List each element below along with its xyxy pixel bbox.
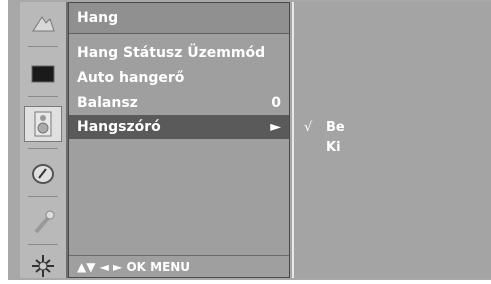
clock-icon[interactable]	[24, 156, 62, 192]
option-off[interactable]: Ki	[304, 140, 341, 155]
category-icon-bar	[20, 2, 68, 278]
speaker-submenu: √ Be Ki	[292, 2, 491, 278]
menu-item-auto-volume[interactable]: Auto hangerő	[69, 66, 289, 90]
speaker-icon[interactable]	[24, 106, 62, 142]
menu-item-balance[interactable]: Balansz 0	[69, 91, 289, 115]
menu-item-label: Hang Státusz Üzemmód	[77, 45, 266, 61]
option-label: Ki	[326, 140, 341, 155]
input-icon[interactable]	[24, 248, 62, 284]
option-on[interactable]: √ Be	[304, 120, 345, 135]
tv-screen-icon[interactable]	[24, 56, 62, 92]
menu-item-sound-mode[interactable]: Hang Státusz Üzemmód	[69, 41, 289, 65]
menu-item-label: Balansz	[77, 95, 138, 111]
option-label: Be	[326, 120, 345, 135]
sound-menu-panel: Hang Hang Státusz Üzemmód Auto hangerő B…	[68, 2, 290, 278]
menu-item-label: Hangszóró	[77, 119, 161, 135]
checkmark-icon: √	[304, 120, 313, 135]
menu-item-label: Auto hangerő	[77, 70, 185, 86]
submenu-arrow-icon: ►	[270, 119, 281, 135]
menu-item-speaker[interactable]: Hangszóró ►	[69, 115, 289, 139]
key-icon[interactable]	[24, 204, 62, 240]
picture-icon[interactable]	[24, 6, 62, 42]
navigation-hint: ▲▼ ◄ ► OK MENU	[69, 255, 289, 277]
menu-item-value: 0	[271, 95, 281, 111]
tv-osd-screen: Hang Hang Státusz Üzemmód Auto hangerő B…	[8, 0, 491, 280]
menu-title: Hang	[69, 3, 289, 34]
